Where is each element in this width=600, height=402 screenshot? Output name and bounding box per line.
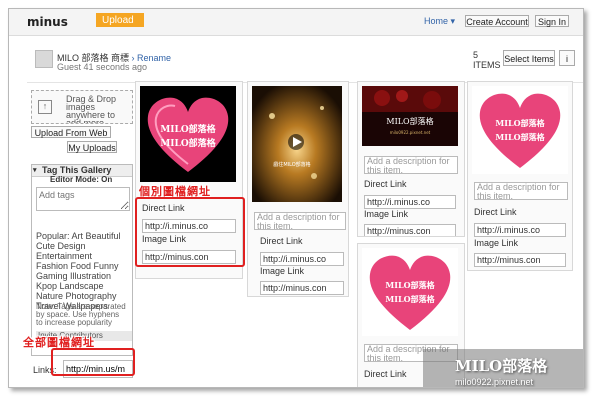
heart-image-white[interactable]: MILO部落格 MILO部落格 <box>472 86 568 174</box>
minus-logo[interactable]: minus <box>27 15 68 29</box>
home-label: Home <box>424 16 449 26</box>
heart-text-5: MILO部落格 <box>385 280 435 290</box>
gallery-item-3: MILO部落格 milo0922.pixnet.net Add a descri… <box>357 81 465 237</box>
image-link-label: Image Link <box>260 266 305 276</box>
direct-link-field[interactable]: http://i.minus.co <box>474 223 566 237</box>
image-link-label: Image Link <box>364 209 409 219</box>
upload-button[interactable]: Upload <box>96 13 144 27</box>
watermark-title: MILO部落格 <box>455 357 548 375</box>
gallery-subtitle: Guest 41 seconds ago <box>57 62 148 72</box>
select-items-button[interactable]: Select Items <box>503 50 555 66</box>
my-uploads-button[interactable]: My Uploads <box>67 141 117 153</box>
direct-link-label: Direct Link <box>364 369 407 379</box>
video-caption: 戲住MILO部落格 <box>273 161 310 168</box>
image-link-field[interactable]: http://minus.con <box>364 224 456 236</box>
editor-mode-label: Editor Mode: On <box>50 175 113 184</box>
direct-link-label: Direct Link <box>260 236 303 246</box>
heart-text-4: MILO部落格 <box>495 118 545 128</box>
heart-text-1: MILO部落格 <box>160 123 216 135</box>
image-link-field[interactable]: http://minus.con <box>260 281 344 295</box>
tag-gallery-panel: ▾ Tag This Gallery Editor Mode: On Popul… <box>31 164 133 356</box>
info-icon[interactable]: i <box>559 50 575 66</box>
gallery-header: MILO 部落格 商標 › Rename Guest 41 seconds ag… <box>27 44 583 83</box>
item-count-label: ITEMS <box>473 60 501 70</box>
description-field[interactable]: Add a description for this item. <box>474 182 568 200</box>
item-count-number: 5 <box>473 50 479 60</box>
home-menu[interactable]: Home ▾ <box>424 16 455 27</box>
collapse-triangle-icon: ▾ <box>33 167 37 174</box>
heart-text-5b: MILO部落格 <box>385 294 435 304</box>
image-link-label: Image Link <box>474 238 519 248</box>
heart-text-1b: MILO部落格 <box>160 137 216 149</box>
popular-tags[interactable]: Popular: Art Beautiful Cute Design Enter… <box>36 231 126 311</box>
item-count: 5 ITEMS <box>473 50 501 70</box>
description-field[interactable]: Add a description for this item. <box>254 212 346 230</box>
image-link-field[interactable]: http://minus.con <box>474 253 566 267</box>
direct-link-field[interactable]: http://i.minus.co <box>260 252 344 266</box>
annotation-box-single <box>135 197 245 267</box>
tags-note: Note: Tags are separated by space. Use h… <box>36 302 126 327</box>
heart-text-4b: MILO部落格 <box>495 132 545 142</box>
direct-link-field[interactable]: http://i.minus.co <box>364 195 456 209</box>
sign-in-button[interactable]: Sign In <box>535 15 569 27</box>
tag-panel-title: Tag This Gallery <box>42 165 112 175</box>
gallery-item-4: MILO部落格 MILO部落格 Add a description for th… <box>467 81 573 271</box>
chevron-down-icon: ▾ <box>450 16 456 26</box>
annotation-box-all <box>51 348 135 376</box>
drop-zone[interactable]: ↑ Drag & Drop images anywhere to add mor… <box>31 90 133 124</box>
avatar <box>35 50 53 68</box>
banner-sub: milo0922.pixnet.net <box>390 130 431 135</box>
drop-zone-text: Drag & Drop images anywhere to add more <box>66 94 117 124</box>
browser-window: minus Upload Home ▾ Create Account Sign … <box>8 8 584 388</box>
upload-arrow-icon: ↑ <box>38 100 52 114</box>
banner-image[interactable]: MILO部落格 milo0922.pixnet.net <box>362 86 458 146</box>
create-account-button[interactable]: Create Account <box>465 15 529 27</box>
direct-link-label: Direct Link <box>474 207 517 217</box>
heart-image-white-2[interactable]: MILO部落格 MILO部落格 <box>362 248 458 336</box>
direct-link-label: Direct Link <box>364 179 407 189</box>
tags-input[interactable] <box>36 187 130 211</box>
video-thumbnail[interactable]: 戲住MILO部落格 <box>252 86 342 202</box>
upload-from-web-button[interactable]: Upload From Web <box>31 126 111 138</box>
top-bar: minus Upload Home ▾ Create Account Sign … <box>9 9 583 36</box>
gallery-item-2: 戲住MILO部落格 Add a description for this ite… <box>247 81 349 297</box>
watermark-url: milo0922.pixnet.net <box>455 377 534 387</box>
description-field[interactable]: Add a description for this item. <box>364 156 458 174</box>
heart-image-dark[interactable]: MILO部落格 MILO部落格 <box>140 86 236 182</box>
banner-brand: MILO部落格 <box>386 116 433 126</box>
